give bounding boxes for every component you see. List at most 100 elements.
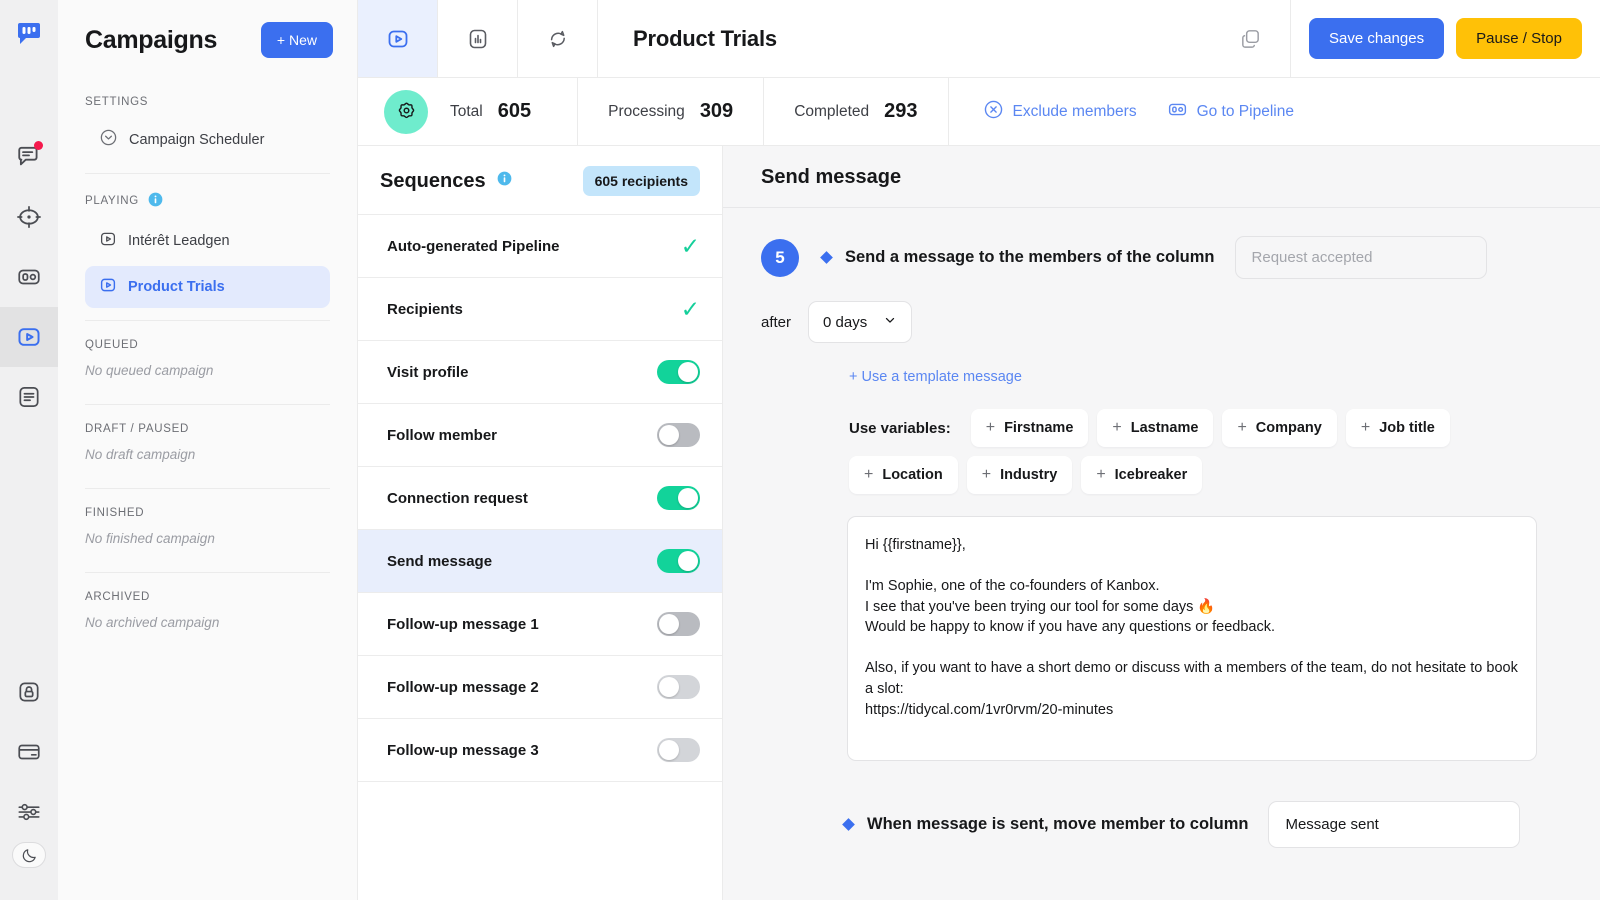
diamond-bullet-icon: [820, 251, 833, 264]
sequence-row-follow-member[interactable]: Follow member: [358, 403, 722, 466]
toggle-follow-up-3[interactable]: [657, 738, 700, 762]
sequence-row-connection-request[interactable]: Connection request: [358, 466, 722, 529]
circle-x-icon: [983, 99, 1004, 125]
stats-gear-cell: [358, 78, 450, 145]
stat-label: Completed: [794, 102, 870, 120]
kanbox-logo[interactable]: [16, 22, 42, 51]
destination-description: When message is sent, move member to col…: [867, 815, 1249, 833]
info-icon[interactable]: [148, 192, 163, 210]
plus-icon: +: [1237, 419, 1247, 436]
content-body: Sequences 605 recipients Auto-generated …: [358, 146, 1600, 900]
sequence-row-auto-generated-pipeline[interactable]: Auto-generated Pipeline ✓: [358, 214, 722, 277]
campaign-sidebar-header: Campaigns + New: [58, 0, 357, 78]
toggle-follow-up-1[interactable]: [657, 612, 700, 636]
tab-analytics[interactable]: [438, 0, 518, 77]
sequences-header: Sequences 605 recipients: [358, 146, 722, 214]
use-template-link[interactable]: + Use a template message: [849, 369, 1562, 385]
variable-chip-icebreaker[interactable]: + Icebreaker: [1081, 456, 1203, 494]
sidebar-item-interet-leadgen[interactable]: Intérêt Leadgen: [85, 220, 330, 262]
campaign-play-icon: [99, 230, 117, 252]
sidebar-item-campaign-scheduler[interactable]: Campaign Scheduler: [85, 118, 330, 161]
playing-section-label: PLAYING: [85, 174, 330, 216]
go-to-pipeline-link[interactable]: Go to Pipeline: [1167, 99, 1294, 125]
target-icon[interactable]: [0, 187, 58, 247]
sequence-label: Follow-up message 2: [387, 678, 539, 696]
source-column-field[interactable]: Request accepted: [1234, 236, 1487, 279]
sequence-row-visit-profile[interactable]: Visit profile: [358, 340, 722, 403]
variable-chip-location[interactable]: + Location: [849, 456, 958, 494]
go-to-pipeline-label: Go to Pipeline: [1196, 102, 1294, 120]
delay-select[interactable]: 0 days: [808, 301, 913, 343]
step-number: 5: [761, 238, 799, 277]
plus-icon: +: [864, 466, 874, 483]
lock-icon[interactable]: [0, 662, 58, 722]
notification-badge: [34, 141, 43, 150]
exclude-members-label: Exclude members: [1012, 102, 1137, 120]
stat-total: Total 605: [450, 78, 577, 145]
sequence-row-recipients[interactable]: Recipients ✓: [358, 277, 722, 340]
toggle-connection-request[interactable]: [657, 486, 700, 510]
toggle-follow-member[interactable]: [657, 423, 700, 447]
tab-campaign-play[interactable]: [358, 0, 438, 77]
sequence-label: Visit profile: [387, 363, 469, 381]
chevron-down-icon: [883, 313, 897, 331]
toggle-send-message[interactable]: [657, 549, 700, 573]
pause-stop-button[interactable]: Pause / Stop: [1456, 18, 1582, 59]
settings-sliders-icon[interactable]: [0, 782, 58, 842]
sequence-label: Recipients: [387, 300, 463, 318]
info-icon[interactable]: [497, 171, 512, 191]
campaigns-icon[interactable]: [0, 307, 58, 367]
variables-row: Use variables: + Firstname + Lastname + Com…: [849, 409, 1549, 494]
variable-label: Icebreaker: [1114, 467, 1188, 483]
main-area: Product Trials Save changes Pause / Stop: [358, 0, 1600, 900]
playing-section: PLAYING Intérêt Leadgen Product Trials: [58, 174, 357, 321]
new-campaign-button[interactable]: + New: [260, 22, 333, 58]
toggle-visit-profile[interactable]: [657, 360, 700, 384]
sequence-row-follow-up-message-1[interactable]: Follow-up message 1: [358, 592, 722, 655]
duplicate-icon[interactable]: [1211, 0, 1292, 77]
sequence-label: Follow member: [387, 426, 498, 444]
variable-label: Company: [1255, 420, 1322, 436]
tab-refresh-sync[interactable]: [518, 0, 598, 77]
draft-section-label: DRAFT / PAUSED: [85, 423, 189, 435]
detail-content: 5 Send a message to the members of the c…: [723, 208, 1600, 900]
exclude-members-link[interactable]: Exclude members: [983, 99, 1137, 125]
delay-row: after 0 days: [761, 301, 1562, 343]
settings-section: SETTINGS Campaign Scheduler: [58, 78, 357, 174]
variable-chip-firstname[interactable]: + Firstname: [970, 409, 1089, 447]
sequence-label: Follow-up message 3: [387, 741, 539, 759]
message-textarea[interactable]: Hi {{firstname}}, I'm Sophie, one of the…: [847, 516, 1537, 761]
moon-icon: [22, 848, 36, 862]
variable-label: Lastname: [1130, 420, 1199, 436]
variable-label: Firstname: [1004, 420, 1074, 436]
draft-empty-note: No draft campaign: [85, 447, 196, 462]
pipeline-icon: [1167, 99, 1188, 125]
billing-card-icon[interactable]: [0, 722, 58, 782]
destination-column-field[interactable]: Message sent: [1268, 801, 1521, 848]
stat-label: Total: [450, 102, 483, 120]
variable-chip-company[interactable]: + Company: [1222, 409, 1337, 447]
sequence-row-follow-up-message-2[interactable]: Follow-up message 2: [358, 655, 722, 718]
templates-icon[interactable]: [0, 367, 58, 427]
plus-icon: +: [985, 419, 996, 436]
pipeline-icon[interactable]: [0, 247, 58, 307]
theme-toggle-button[interactable]: [12, 842, 46, 868]
finished-section: FINISHED No finished campaign: [58, 489, 357, 573]
sequence-row-send-message[interactable]: Send message: [358, 529, 722, 592]
save-changes-button[interactable]: Save changes: [1309, 18, 1445, 59]
top-bar-actions: Save changes Pause / Stop: [1291, 0, 1600, 77]
stat-value: 605: [497, 100, 532, 122]
detail-header: Send message: [723, 146, 1600, 208]
sequence-row-follow-up-message-3[interactable]: Follow-up message 3: [358, 718, 722, 781]
toggle-follow-up-2[interactable]: [657, 675, 700, 699]
gear-flower-icon[interactable]: [384, 89, 428, 134]
stat-processing: Processing 309: [577, 78, 763, 145]
sidebar-item-product-trials[interactable]: Product Trials: [85, 266, 330, 308]
inbox-icon[interactable]: [0, 127, 58, 187]
variable-chip-job-title[interactable]: + Job title: [1345, 409, 1450, 447]
variable-chip-industry[interactable]: + Industry: [966, 456, 1073, 494]
sidebar-item-label: Product Trials: [128, 279, 225, 295]
variable-chip-lastname[interactable]: + Lastname: [1097, 409, 1214, 447]
app-root: Campaigns + New SETTINGS Campaign Schedu…: [0, 0, 1600, 900]
stats-bar: Total 605 Processing 309 Completed 293 E…: [358, 78, 1600, 146]
